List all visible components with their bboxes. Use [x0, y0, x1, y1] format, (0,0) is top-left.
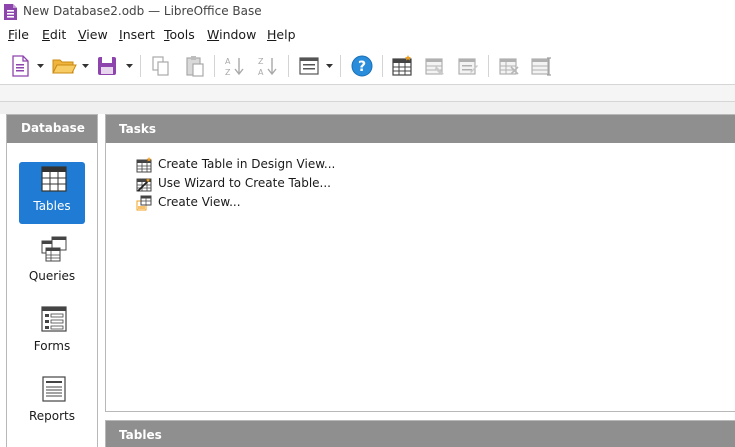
toolbar-separator	[288, 55, 289, 77]
rename-button[interactable]	[529, 54, 553, 78]
form-icon	[299, 57, 319, 75]
save-icon	[98, 57, 116, 75]
save-button[interactable]	[96, 54, 118, 78]
forms-icon	[41, 306, 67, 332]
database-panel: Database Tables Queries Forms Reports	[6, 114, 98, 447]
toolbar-separator	[488, 55, 489, 77]
window-title: New Database2.odb — LibreOffice Base	[23, 4, 262, 18]
title-bar: New Database2.odb — LibreOffice Base	[0, 0, 735, 24]
svg-text:Z: Z	[258, 57, 264, 66]
menu-view[interactable]: View	[78, 27, 108, 42]
nav-label-tables: Tables	[33, 199, 71, 213]
chevron-down-icon	[82, 64, 89, 68]
form-dropdown-arrow[interactable]	[325, 54, 334, 78]
form-design-icon	[458, 58, 478, 75]
query-design-button[interactable]	[423, 54, 447, 78]
task-label: Use Wizard to Create Table...	[158, 176, 331, 190]
tasks-panel: Tasks Create Table in Design View... Use…	[105, 114, 735, 412]
table-design-icon	[136, 157, 152, 173]
help-icon: ?	[351, 55, 373, 77]
task-table-wizard[interactable]: Use Wizard to Create Table...	[136, 175, 436, 193]
copy-button[interactable]	[150, 54, 172, 78]
tasks-panel-header: Tasks	[106, 115, 735, 143]
menu-bar: File Edit View Insert Tools Window Help	[0, 24, 735, 46]
nav-item-queries[interactable]: Queries	[19, 232, 85, 294]
chevron-down-icon	[37, 64, 44, 68]
svg-text:?: ?	[358, 59, 366, 75]
queries-icon	[41, 236, 67, 262]
svg-text:A: A	[258, 68, 264, 77]
database-panel-header: Database	[7, 115, 97, 143]
form-button[interactable]	[297, 54, 321, 78]
menu-insert[interactable]: Insert	[119, 27, 155, 42]
open-button[interactable]	[51, 54, 77, 78]
nav-item-forms[interactable]: Forms	[19, 302, 85, 364]
svg-text:Z: Z	[225, 68, 231, 77]
panel-gap	[0, 102, 735, 114]
sort-descending-button[interactable]: Z A	[256, 54, 280, 78]
folder-icon	[52, 59, 77, 74]
task-label: Create Table in Design View...	[158, 157, 336, 171]
toolbar-separator	[382, 55, 383, 77]
create-view-icon	[136, 195, 152, 211]
copy-icon	[152, 56, 169, 76]
paste-button[interactable]	[184, 54, 206, 78]
libreoffice-base-icon	[4, 4, 17, 20]
nav-label-queries: Queries	[28, 269, 76, 283]
query-design-icon	[425, 58, 444, 75]
menu-file[interactable]: File	[8, 27, 29, 42]
open-dropdown-arrow[interactable]	[81, 54, 90, 78]
toolbar-strip	[0, 84, 735, 102]
chevron-down-icon	[126, 64, 133, 68]
menu-edit[interactable]: Edit	[42, 27, 66, 42]
table-design-icon	[392, 55, 412, 76]
task-label: Create View...	[158, 195, 241, 209]
nav-label-forms: Forms	[33, 339, 71, 353]
tables-panel-header: Tables	[119, 428, 162, 442]
table-wizard-icon	[136, 178, 152, 192]
tables-panel: Tables	[105, 420, 735, 447]
nav-item-tables[interactable]: Tables	[19, 162, 85, 224]
delete-table-icon	[499, 58, 519, 75]
reports-icon	[42, 376, 66, 402]
new-document-button[interactable]	[10, 54, 32, 78]
form-design-button[interactable]	[456, 54, 480, 78]
nav-item-reports[interactable]: Reports	[19, 372, 85, 434]
toolbar-separator	[340, 55, 341, 77]
sort-ascending-button[interactable]: A Z	[223, 54, 247, 78]
new-dropdown-arrow[interactable]	[36, 54, 45, 78]
toolbar-separator	[140, 55, 141, 77]
menu-window[interactable]: Window	[207, 27, 256, 42]
sort-ascending-icon: A Z	[225, 57, 244, 77]
sort-descending-icon: Z A	[258, 57, 277, 77]
chevron-down-icon	[326, 64, 333, 68]
svg-text:A: A	[225, 57, 231, 66]
task-create-table-design[interactable]: Create Table in Design View...	[136, 156, 436, 174]
table-icon	[41, 166, 67, 192]
rename-table-icon	[531, 57, 551, 76]
menu-tools[interactable]: Tools	[164, 27, 195, 42]
menu-help[interactable]: Help	[267, 27, 296, 42]
new-document-icon	[12, 55, 29, 77]
delete-button[interactable]	[497, 54, 521, 78]
standard-toolbar: A Z Z A ?	[0, 46, 735, 86]
save-dropdown-arrow[interactable]	[125, 54, 134, 78]
help-button[interactable]: ?	[350, 54, 374, 78]
paste-icon	[186, 56, 204, 77]
table-design-button[interactable]	[390, 54, 414, 78]
toolbar-separator	[214, 55, 215, 77]
nav-label-reports: Reports	[28, 409, 76, 423]
task-create-view[interactable]: Create View...	[136, 194, 436, 212]
